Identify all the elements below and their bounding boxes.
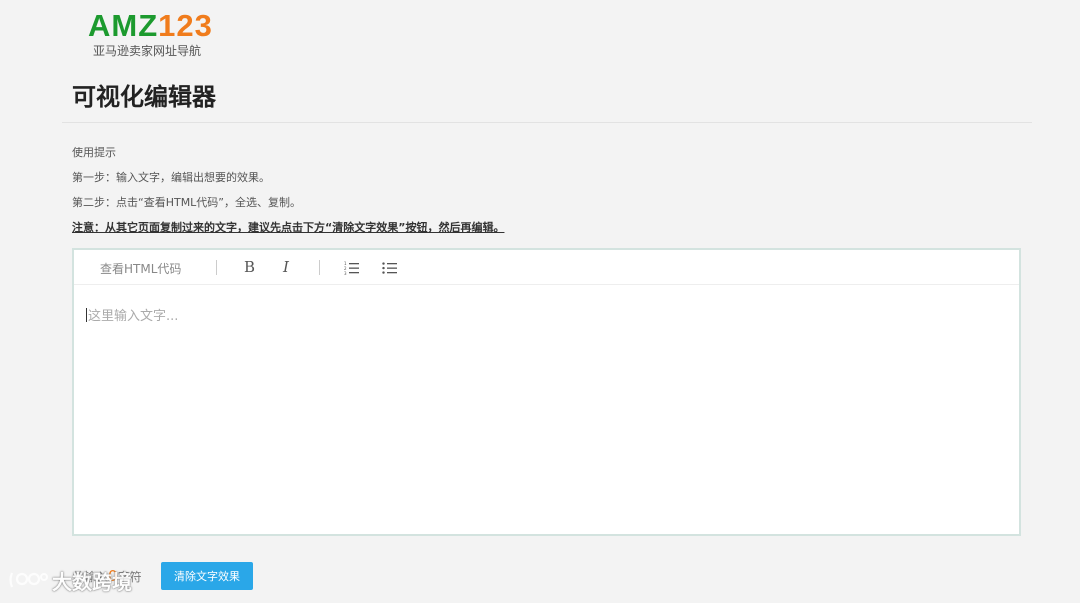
clear-text-effects-button[interactable]: 清除文字效果 bbox=[161, 562, 253, 590]
page-title: 可视化编辑器 bbox=[72, 83, 216, 111]
tip-step-1: 第一步：输入文字，编辑出想要的效果。 bbox=[72, 171, 270, 184]
toolbar-divider bbox=[319, 260, 320, 275]
logo-subtitle: 亚马逊卖家网址导航 bbox=[93, 44, 202, 58]
logo-123-text: 123 bbox=[158, 8, 213, 43]
watermark: 大数跨境 bbox=[8, 566, 132, 594]
svg-text:3: 3 bbox=[344, 271, 347, 275]
bold-button[interactable]: B bbox=[244, 258, 255, 276]
editor-placeholder: 这里输入文字... bbox=[88, 309, 179, 324]
unordered-list-icon-glyph bbox=[382, 262, 397, 274]
view-html-code-button[interactable]: 查看HTML代码 bbox=[100, 260, 181, 277]
unordered-list-icon[interactable] bbox=[382, 260, 398, 274]
amz123-logo[interactable]: AMZ123 亚马逊卖家网址导航 bbox=[88, 10, 228, 58]
tip-step-2: 第二步：点击“查看HTML代码”，全选、复制。 bbox=[72, 196, 302, 209]
watermark-text: 大数跨境 bbox=[52, 569, 132, 594]
editor-content-area[interactable]: 这里输入文字... bbox=[74, 286, 1019, 534]
logo-wordmark: AMZ123 bbox=[88, 10, 228, 41]
watermark-logo-icon bbox=[9, 572, 48, 588]
toolbar-divider bbox=[216, 260, 217, 275]
tip-note: 注意：从其它页面复制过来的文字，建议先点击下方“清除文字效果”按钮，然后再编辑。 bbox=[72, 221, 505, 234]
visual-editor: 查看HTML代码 B I 1 2 3 这里输入文字... bbox=[72, 248, 1021, 536]
tips-heading: 使用提示 bbox=[72, 146, 116, 159]
editor-toolbar: 查看HTML代码 B I 1 2 3 bbox=[74, 250, 1019, 285]
ordered-list-icon-glyph: 1 2 3 bbox=[344, 261, 359, 276]
italic-button[interactable]: I bbox=[283, 258, 289, 276]
text-cursor bbox=[86, 308, 87, 322]
title-divider bbox=[62, 122, 1032, 123]
logo-amz-text: AMZ bbox=[88, 8, 159, 43]
ordered-list-icon[interactable]: 1 2 3 bbox=[344, 260, 360, 276]
